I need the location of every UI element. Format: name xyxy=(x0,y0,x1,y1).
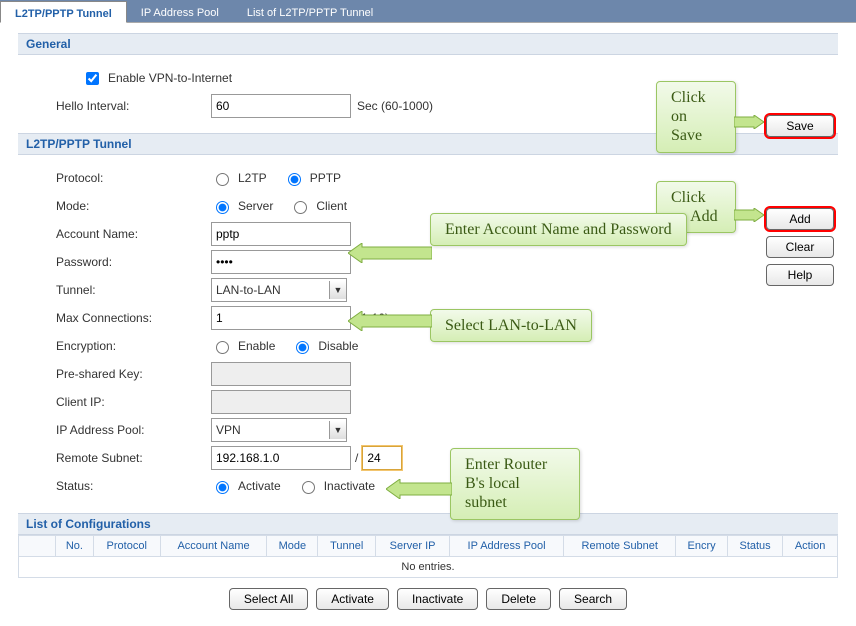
hello-interval-label: Hello Interval: xyxy=(56,99,211,113)
config-table: No. Protocol Account Name Mode Tunnel Se… xyxy=(18,535,838,578)
section-general: General xyxy=(18,33,838,55)
col-mode: Mode xyxy=(267,536,318,557)
protocol-pptp-radio[interactable] xyxy=(288,173,301,186)
col-action: Action xyxy=(783,536,838,557)
callout-save: Click on Save xyxy=(656,81,736,153)
activate-button[interactable]: Activate xyxy=(316,588,389,610)
ip-pool-select[interactable]: VPN ▼ xyxy=(211,418,347,442)
protocol-l2tp-radio[interactable] xyxy=(216,173,229,186)
psk-input xyxy=(211,362,351,386)
status-activate-radio[interactable] xyxy=(216,481,229,494)
status-label: Status: xyxy=(56,479,211,493)
encryption-disable-label: Disable xyxy=(318,339,358,353)
select-all-button[interactable]: Select All xyxy=(229,588,308,610)
subnet-slash: / xyxy=(355,451,358,465)
password-label: Password: xyxy=(56,255,211,269)
clear-button[interactable]: Clear xyxy=(766,236,834,258)
callout-subnet: Enter Router B's local subnet xyxy=(450,448,580,520)
col-encry: Encry xyxy=(676,536,728,557)
no-entries-cell: No entries. xyxy=(19,557,838,578)
col-ip-pool: IP Address Pool xyxy=(450,536,564,557)
mode-client-radio[interactable] xyxy=(294,201,307,214)
side-button-area: Add Clear Help xyxy=(766,208,834,286)
tab-list-of-tunnel[interactable]: List of L2TP/PPTP Tunnel xyxy=(233,0,387,22)
protocol-label: Protocol: xyxy=(56,171,211,185)
help-button[interactable]: Help xyxy=(766,264,834,286)
encryption-label: Encryption: xyxy=(56,339,211,353)
arrow-left-icon xyxy=(348,243,432,263)
ip-pool-select-value: VPN xyxy=(216,423,241,437)
enable-vpn-checkbox[interactable] xyxy=(86,72,99,85)
max-conn-label: Max Connections: xyxy=(56,311,211,325)
max-conn-input[interactable] xyxy=(211,306,351,330)
add-button[interactable]: Add xyxy=(766,208,834,230)
col-account: Account Name xyxy=(160,536,267,557)
status-inactivate-label: Inactivate xyxy=(324,479,375,493)
col-status: Status xyxy=(727,536,782,557)
col-tunnel: Tunnel xyxy=(318,536,376,557)
arrow-left-icon xyxy=(386,479,452,499)
password-input[interactable] xyxy=(211,250,351,274)
ip-pool-label: IP Address Pool: xyxy=(56,423,211,437)
section-list: List of Configurations xyxy=(18,513,838,535)
mode-server-radio[interactable] xyxy=(216,201,229,214)
tab-l2tp-pptp-tunnel[interactable]: L2TP/PPTP Tunnel xyxy=(0,1,127,23)
arrow-right-icon xyxy=(734,115,764,129)
protocol-l2tp-label: L2TP xyxy=(238,171,267,185)
client-ip-input xyxy=(211,390,351,414)
top-button-area: Save xyxy=(766,115,834,137)
tunnel-select-value: LAN-to-LAN xyxy=(216,283,281,297)
tab-ip-address-pool[interactable]: IP Address Pool xyxy=(127,0,233,22)
hello-interval-input[interactable] xyxy=(211,94,351,118)
encryption-disable-radio[interactable] xyxy=(296,341,309,354)
inactivate-button[interactable]: Inactivate xyxy=(397,588,478,610)
col-protocol: Protocol xyxy=(93,536,160,557)
enable-vpn-label: Enable VPN-to-Internet xyxy=(108,71,232,85)
save-button[interactable]: Save xyxy=(766,115,834,137)
account-name-input[interactable] xyxy=(211,222,351,246)
remote-subnet-mask-input[interactable] xyxy=(362,446,402,470)
page-content: General Enable VPN-to-Internet Hello Int… xyxy=(0,23,856,626)
col-no: No. xyxy=(56,536,94,557)
status-activate-label: Activate xyxy=(238,479,281,493)
col-server-ip: Server IP xyxy=(376,536,450,557)
protocol-pptp-label: PPTP xyxy=(310,171,341,185)
client-ip-label: Client IP: xyxy=(56,395,211,409)
arrow-right-icon xyxy=(734,208,764,222)
tab-strip: L2TP/PPTP Tunnel IP Address Pool List of… xyxy=(0,0,856,23)
callout-tunnel: Select LAN-to-LAN xyxy=(430,309,592,342)
mode-label: Mode: xyxy=(56,199,211,213)
psk-label: Pre-shared Key: xyxy=(56,367,211,381)
bottom-buttons: Select All Activate Inactivate Delete Se… xyxy=(18,578,838,616)
tunnel-label: Tunnel: xyxy=(56,283,211,297)
tunnel-select[interactable]: LAN-to-LAN ▼ xyxy=(211,278,347,302)
remote-subnet-ip-input[interactable] xyxy=(211,446,351,470)
arrow-left-icon xyxy=(348,311,432,331)
remote-subnet-label: Remote Subnet: xyxy=(56,451,211,465)
chevron-down-icon: ▼ xyxy=(329,281,346,299)
col-blank xyxy=(19,536,56,557)
callout-account: Enter Account Name and Password xyxy=(430,213,687,246)
status-inactivate-radio[interactable] xyxy=(302,481,315,494)
hello-interval-suffix: Sec (60-1000) xyxy=(357,99,433,113)
account-name-label: Account Name: xyxy=(56,227,211,241)
mode-client-label: Client xyxy=(316,199,347,213)
mode-server-label: Server xyxy=(238,199,273,213)
search-button[interactable]: Search xyxy=(559,588,627,610)
encryption-enable-label: Enable xyxy=(238,339,275,353)
delete-button[interactable]: Delete xyxy=(486,588,551,610)
encryption-enable-radio[interactable] xyxy=(216,341,229,354)
chevron-down-icon: ▼ xyxy=(329,421,346,439)
col-remote-subnet: Remote Subnet xyxy=(564,536,676,557)
